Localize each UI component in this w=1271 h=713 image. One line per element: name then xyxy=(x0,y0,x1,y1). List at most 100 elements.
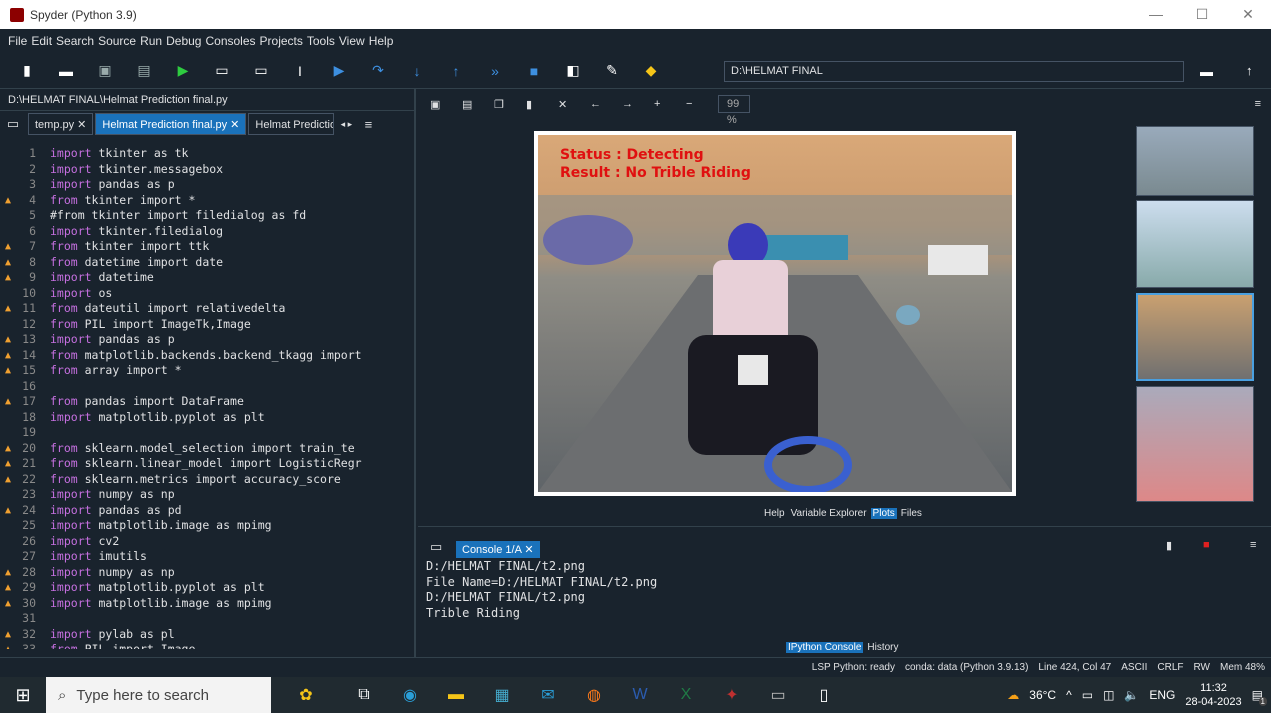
browse-tabs-icon[interactable]: ▭ xyxy=(0,116,26,132)
taskbar-search-input[interactable]: ⌕ Type here to search xyxy=(46,677,271,713)
remove-all-plots-icon[interactable]: ✕ xyxy=(558,98,590,111)
tab-plots[interactable]: Plots xyxy=(870,508,897,519)
notepad-icon[interactable]: ▯ xyxy=(801,685,847,705)
menu-debug[interactable]: Debug xyxy=(166,34,201,48)
step-into-icon[interactable]: ↓ xyxy=(405,59,429,83)
code-line[interactable]: ▲ 4 from tkinter import * xyxy=(0,193,404,209)
file-explorer-icon[interactable]: ▬ xyxy=(433,686,479,704)
new-file-icon[interactable]: ▮ xyxy=(15,59,39,83)
thumbnail-3-selected[interactable] xyxy=(1136,293,1254,381)
code-line[interactable]: 2 import tkinter.messagebox xyxy=(0,162,404,178)
copy-plot-icon[interactable]: ❐ xyxy=(494,98,526,111)
preferences-icon[interactable]: ✎ xyxy=(600,59,624,83)
windows-start-icon[interactable]: ⊞ xyxy=(0,685,46,706)
code-line[interactable]: ▲ 9 import datetime xyxy=(0,270,404,286)
code-line[interactable]: 19 xyxy=(0,425,404,441)
python-path-icon[interactable]: ◆ xyxy=(639,59,663,83)
continue-icon[interactable]: » xyxy=(483,59,507,83)
run-cell-advance-icon[interactable]: ▭ xyxy=(249,59,273,83)
tab-files[interactable]: Files xyxy=(899,508,924,519)
code-line[interactable]: 25 import matplotlib.image as mpimg xyxy=(0,518,404,534)
task-view-icon[interactable]: ⧉ xyxy=(341,686,387,704)
code-line[interactable]: ▲ 14 from matplotlib.backends.backend_tkag… xyxy=(0,348,404,364)
tab-ipython-console[interactable]: IPython Console xyxy=(786,642,864,653)
weather-icon[interactable]: ☁ xyxy=(1007,688,1019,702)
run-selection-icon[interactable]: I xyxy=(288,59,312,83)
word-icon[interactable]: W xyxy=(617,686,663,704)
code-line[interactable]: ▲ 8 from datetime import date xyxy=(0,255,404,271)
show-hidden-icons-icon[interactable]: ^ xyxy=(1066,688,1072,702)
step-icon[interactable]: ↷ xyxy=(366,59,390,83)
menu-help[interactable]: Help xyxy=(369,34,394,48)
working-directory-input[interactable]: D:\HELMAT FINAL xyxy=(724,61,1184,82)
code-line[interactable]: 23 import numpy as np xyxy=(0,487,404,503)
code-line[interactable]: ▲ 30 import matplotlib.image as mpimg xyxy=(0,596,404,612)
remove-plot-icon[interactable]: ▮ xyxy=(526,98,558,111)
editor-scrollbar[interactable] xyxy=(402,146,414,649)
open-file-icon[interactable]: ▬ xyxy=(54,59,78,83)
menu-tools[interactable]: Tools xyxy=(307,34,335,48)
code-line[interactable]: 26 import cv2 xyxy=(0,534,404,550)
step-return-icon[interactable]: ↑ xyxy=(444,59,468,83)
language-indicator[interactable]: ENG xyxy=(1149,688,1175,702)
code-line[interactable]: 16 xyxy=(0,379,404,395)
code-line[interactable]: 18 import matplotlib.pyplot as plt xyxy=(0,410,404,426)
tab-help[interactable]: Help xyxy=(762,508,787,519)
parent-directory-icon[interactable]: ↑ xyxy=(1246,63,1253,78)
code-line[interactable]: 12 from PIL import ImageTk,Image xyxy=(0,317,404,333)
maximize-pane-icon[interactable]: ◧ xyxy=(561,59,585,83)
plots-options-icon[interactable]: ≡ xyxy=(1255,98,1261,110)
thumbnail-4[interactable] xyxy=(1136,386,1254,502)
excel-icon[interactable]: X xyxy=(663,686,709,704)
notification-icon[interactable]: ▤ 1 xyxy=(1252,688,1267,706)
zoom-level[interactable]: 99 % xyxy=(718,95,750,126)
code-line[interactable]: 6 import tkinter.filedialog xyxy=(0,224,404,240)
menu-consoles[interactable]: Consoles xyxy=(205,34,255,48)
code-line[interactable]: ▲ 24 import pandas as pd xyxy=(0,503,404,519)
network-icon[interactable]: ◫ xyxy=(1103,688,1114,702)
menu-view[interactable]: View xyxy=(339,34,365,48)
code-line[interactable]: ▲ 21 from sklearn.linear_model import Logi… xyxy=(0,456,404,472)
store-icon[interactable]: ▦ xyxy=(479,685,525,705)
run-cell-icon[interactable]: ▭ xyxy=(210,59,234,83)
menu-edit[interactable]: Edit xyxy=(31,34,52,48)
code-line[interactable]: 10 import os xyxy=(0,286,404,302)
code-line[interactable]: 5 #from tkinter import filedialog as fd xyxy=(0,208,404,224)
menu-search[interactable]: Search xyxy=(56,34,94,48)
tab-temp[interactable]: temp.py ✕ xyxy=(28,113,94,135)
code-line[interactable]: ▲ 29 import matplotlib.pyplot as plt xyxy=(0,580,404,596)
code-line[interactable]: ▲ 17 from pandas import DataFrame xyxy=(0,394,404,410)
interrupt-kernel-icon[interactable]: ■ xyxy=(1203,539,1210,551)
spyder-taskbar-icon[interactable]: ✦ xyxy=(709,685,755,705)
editor-options-icon[interactable]: ≡ xyxy=(358,117,378,132)
menu-run[interactable]: Run xyxy=(140,34,162,48)
weather-temp[interactable]: 36°C xyxy=(1029,688,1056,702)
remove-console-icon[interactable]: ▮ xyxy=(1166,539,1172,552)
code-line[interactable]: 1 import tkinter as tk xyxy=(0,146,404,162)
run-icon[interactable]: ▶ xyxy=(171,59,195,83)
code-line[interactable]: ▲ 15 from array import * xyxy=(0,363,404,379)
tab-scroll-arrows-icon[interactable]: ◂ ▸ xyxy=(334,119,358,130)
edge-browser-icon[interactable]: ◉ xyxy=(387,685,433,705)
code-line[interactable]: ▲ 7 from tkinter import ttk xyxy=(0,239,404,255)
volume-icon[interactable]: 🔈 xyxy=(1124,688,1139,702)
minimize-button[interactable]: — xyxy=(1133,0,1179,29)
code-line[interactable]: ▲ 22 from sklearn.metrics import accuracy_… xyxy=(0,472,404,488)
code-line[interactable]: ▲ 33 from PIL import Image xyxy=(0,642,404,649)
tab-helmat-prediction-2[interactable]: Helmat Prediction fi xyxy=(248,113,335,135)
code-line[interactable]: ▲ 20 from sklearn.model_selection import t… xyxy=(0,441,404,457)
code-line[interactable]: 27 import imutils xyxy=(0,549,404,565)
code-line[interactable]: ▲ 11 from dateutil import relativedelta xyxy=(0,301,404,317)
stop-debug-icon[interactable]: ■ xyxy=(522,59,546,83)
next-plot-icon[interactable]: → xyxy=(622,98,654,110)
code-line[interactable]: ▲ 28 import numpy as np xyxy=(0,565,404,581)
maximize-button[interactable]: ☐ xyxy=(1179,0,1225,29)
tab-variable-explorer[interactable]: Variable Explorer xyxy=(789,508,869,519)
save-icon[interactable]: ▣ xyxy=(93,59,117,83)
menu-source[interactable]: Source xyxy=(98,34,136,48)
tab-history[interactable]: History xyxy=(865,642,900,653)
code-line[interactable]: ▲ 13 import pandas as p xyxy=(0,332,404,348)
tab-helmat-prediction-final[interactable]: Helmat Prediction final.py ✕ xyxy=(95,113,247,135)
terminal-icon[interactable]: ▭ xyxy=(755,685,801,705)
code-line[interactable]: ▲ 32 import pylab as pl xyxy=(0,627,404,643)
